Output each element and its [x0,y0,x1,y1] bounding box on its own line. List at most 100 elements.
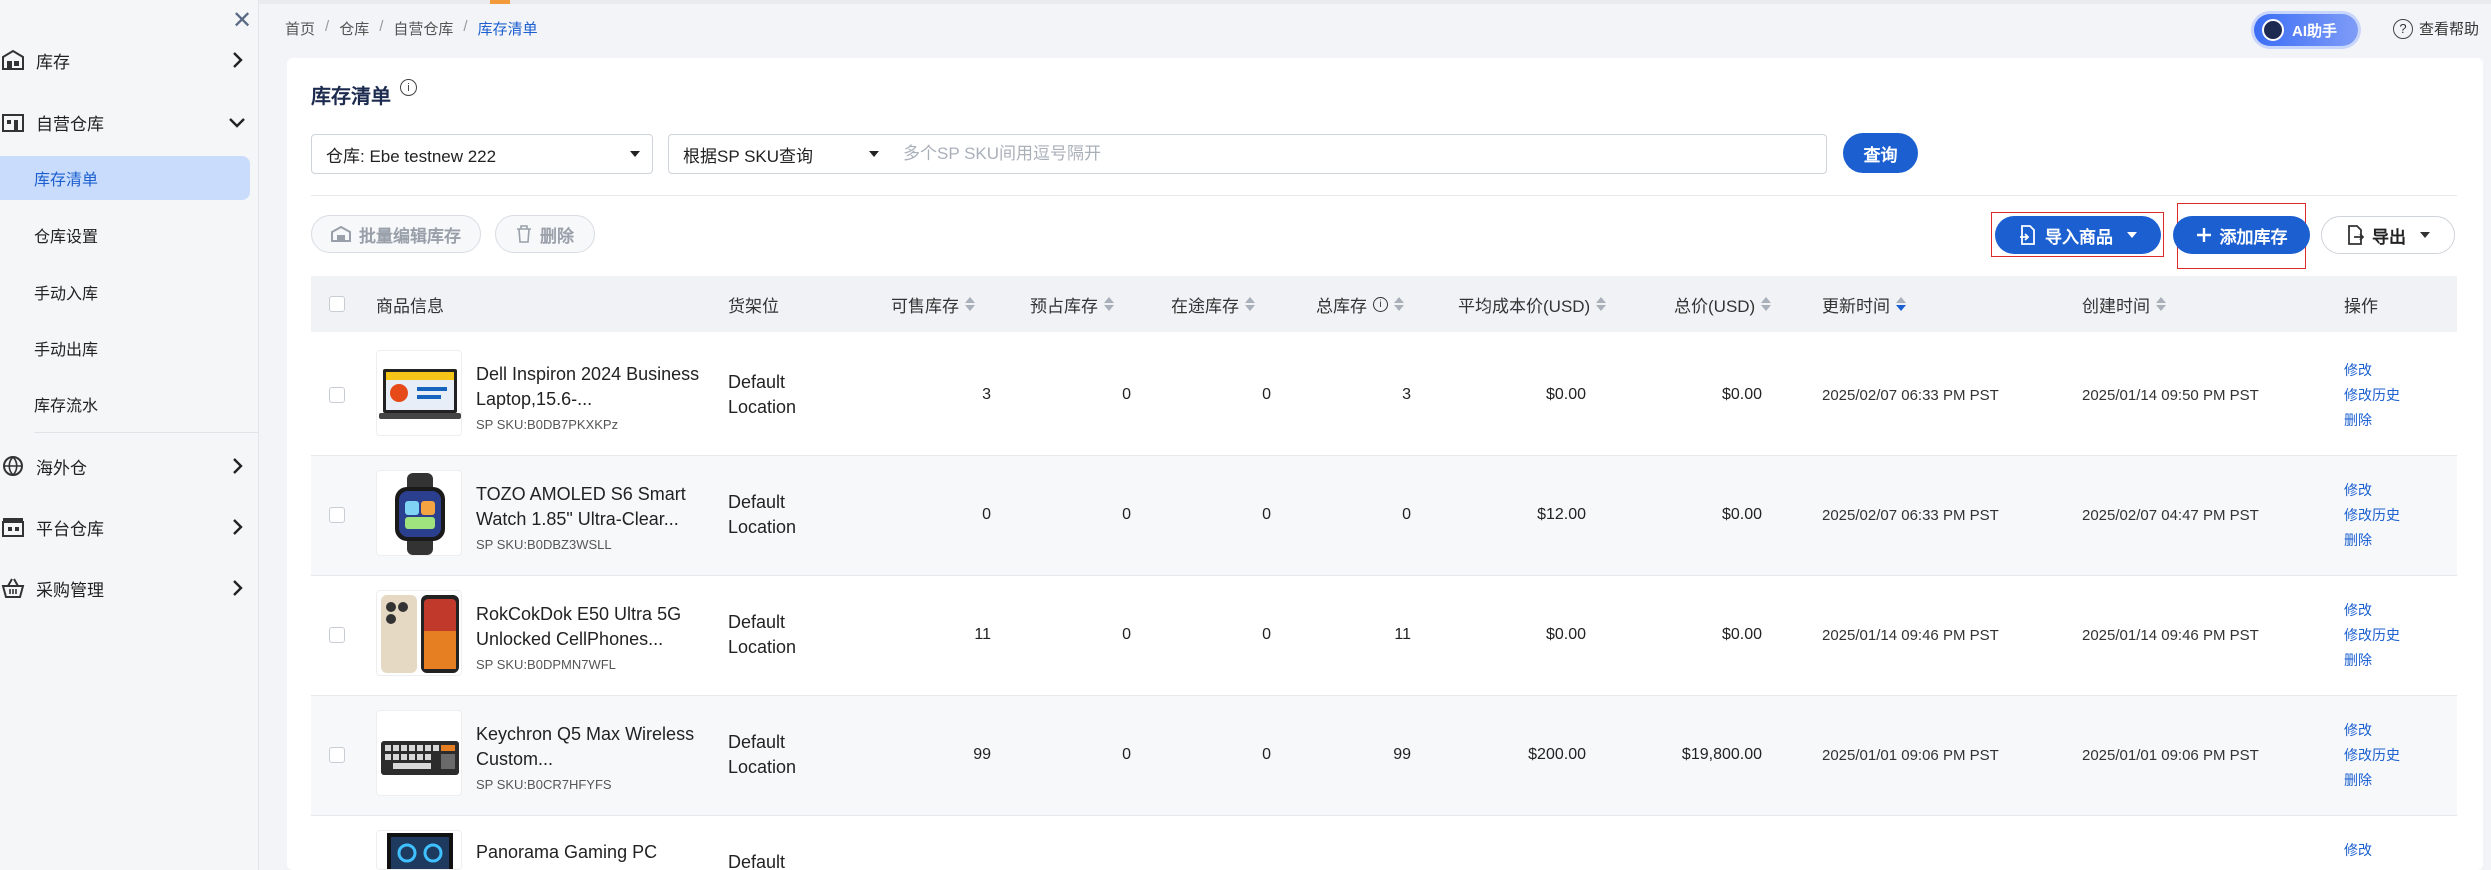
total-stock: 3 [1402,386,1411,403]
close-icon[interactable]: ✕ [232,6,252,35]
caret-down-icon [630,151,640,157]
row-checkbox[interactable] [329,747,345,763]
location: Default Location [728,732,797,777]
ai-assistant-button[interactable]: AI助手 [2254,14,2358,46]
sidebar-item-warehouse-settings[interactable]: 仓库设置 [0,213,259,257]
product-image[interactable] [376,350,462,436]
warehouse-icon [0,47,26,73]
row-checkbox[interactable] [329,507,345,523]
edit-history-link[interactable]: 修改历史 [2344,385,2400,405]
query-mode-select[interactable]: 根据SP SKU查询 [668,134,892,174]
avg-cost: $0.00 [1545,386,1586,403]
reserved-stock: 0 [1122,506,1131,523]
col-updated-time[interactable]: 更新时间 [1822,276,1906,332]
total-price: $19,800.00 [1681,746,1762,763]
delete-link[interactable]: 删除 [2344,530,2372,550]
col-total-price[interactable]: 总价(USD) [1674,276,1772,332]
sidebar-group-self-warehouse[interactable]: 自营仓库 [0,102,259,142]
globe-warehouse-icon [0,453,26,479]
select-all-checkbox[interactable] [329,296,345,312]
sidebar-item-manual-outbound[interactable]: 手动出库 [0,326,259,370]
sidebar-group-inventory[interactable]: 库存 [0,40,259,80]
breadcrumb-self-warehouse[interactable]: 自营仓库 [393,18,453,39]
col-total-stock[interactable]: 总库存 i [1316,276,1404,332]
sidebar-group-label: 采购管理 [36,580,104,600]
edit-link[interactable]: 修改 [2344,600,2372,620]
total-stock: 0 [1402,506,1411,523]
sidebar-divider [34,432,258,433]
sellable-stock: 0 [982,506,991,523]
product-sku: SP SKU:B0DPMN7WFL [476,657,616,672]
edit-history-link[interactable]: 修改历史 [2344,505,2400,525]
info-icon: i [1373,296,1388,312]
sidebar: ✕ 库存 自营仓库 库存清单 仓库设置 手动入库 手动出库 库存流水 海外仓 平… [0,0,259,870]
breadcrumb-warehouse[interactable]: 仓库 [339,18,369,39]
export-button[interactable]: 导出 [2321,216,2455,254]
col-created-time[interactable]: 创建时间 [2082,276,2166,332]
plus-icon [2196,228,2211,242]
in-transit-stock: 0 [1262,746,1271,763]
sku-search-input[interactable] [891,134,1827,174]
breadcrumb-separator: / [379,18,384,35]
in-transit-stock: 0 [1262,626,1271,643]
edit-link[interactable]: 修改 [2344,360,2372,380]
import-products-button[interactable]: 导入商品 [1995,216,2161,254]
col-avg-cost[interactable]: 平均成本价(USD) [1458,276,1607,332]
sidebar-item-manual-inbound[interactable]: 手动入库 [0,270,259,314]
query-button[interactable]: 查询 [1843,133,1918,173]
edit-history-link[interactable]: 修改历史 [2344,745,2400,765]
delete-button[interactable]: 删除 [495,215,595,253]
caret-down-icon [2127,232,2137,238]
help-link[interactable]: ? 查看帮助 [2393,18,2479,39]
edit-link[interactable]: 修改 [2344,720,2372,740]
product-image[interactable] [376,830,462,870]
reserved-stock: 0 [1122,746,1131,763]
row-checkbox[interactable] [329,627,345,643]
info-icon[interactable]: i [400,79,417,96]
sidebar-group-overseas[interactable]: 海外仓 [0,446,259,486]
sidebar-item-inventory-flow[interactable]: 库存流水 [0,382,259,426]
row-checkbox[interactable] [329,387,345,403]
trash-icon [517,225,531,243]
product-image[interactable] [376,590,462,676]
sellable-stock: 99 [973,746,991,763]
add-stock-label: 添加库存 [2219,227,2288,247]
product-name[interactable]: Dell Inspiron 2024 Business Laptop,15.6-… [476,362,706,412]
product-name[interactable]: RokCokDok E50 Ultra 5G Unlocked CellPhon… [476,602,706,652]
product-image[interactable] [376,470,462,556]
ai-assistant-label: AI助手 [2292,22,2338,40]
sidebar-group-platform[interactable]: 平台仓库 [0,507,259,547]
sort-icon [1896,297,1906,311]
delete-link[interactable]: 删除 [2344,770,2372,790]
total-price: $0.00 [1721,506,1762,523]
location: Default Location [728,612,797,657]
product-name[interactable]: TOZO AMOLED S6 Smart Watch 1.85" Ultra-C… [476,482,706,532]
batch-edit-button[interactable]: 批量编辑库存 [311,215,481,253]
sidebar-item-inventory-list[interactable]: 库存清单 [0,156,250,200]
product-sku: SP SKU:B0CR7HFYFS [476,777,612,792]
edit-link[interactable]: 修改 [2344,840,2372,860]
delete-link[interactable]: 删除 [2344,410,2372,430]
reserved-stock: 0 [1122,626,1131,643]
sort-icon [1761,297,1772,311]
top-accent [490,0,510,4]
sidebar-group-purchase[interactable]: 采购管理 [0,568,259,608]
sidebar-item-label: 库存流水 [34,398,99,415]
product-name[interactable]: Keychron Q5 Max Wireless Custom... [476,722,706,772]
col-location: 货架位 [728,296,779,316]
edit-link[interactable]: 修改 [2344,480,2372,500]
delete-link[interactable]: 删除 [2344,650,2372,670]
col-sellable[interactable]: 可售库存 [891,276,975,332]
caret-down-icon [2420,232,2430,238]
col-in-transit[interactable]: 在途库存 [1171,276,1255,332]
product-name[interactable]: Panorama Gaming PC [476,840,706,868]
product-image[interactable] [376,710,462,796]
breadcrumb-home[interactable]: 首页 [285,18,315,39]
add-stock-button[interactable]: 添加库存 [2173,216,2310,254]
col-reserved[interactable]: 预占库存 [1030,276,1114,332]
sidebar-item-label: 手动出库 [34,342,99,359]
query-mode-value: 根据SP SKU查询 [683,146,814,166]
edit-history-link[interactable]: 修改历史 [2344,625,2400,645]
avg-cost: $12.00 [1537,506,1586,523]
warehouse-select[interactable]: 仓库: Ebe testnew 222 [311,134,653,174]
